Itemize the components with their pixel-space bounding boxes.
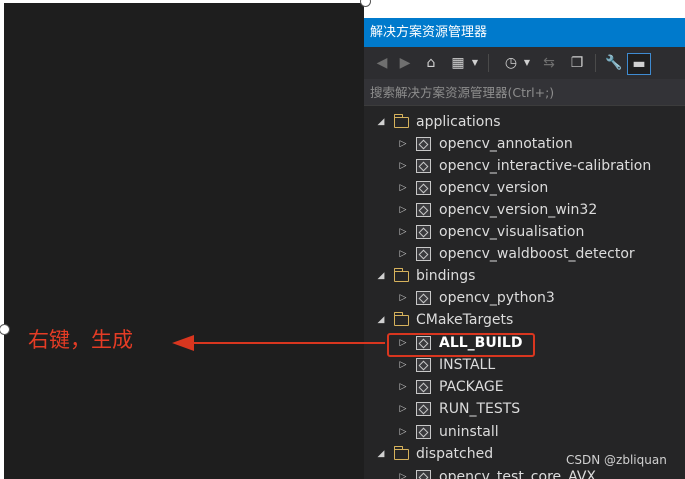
- panel-title: 解决方案资源管理器: [364, 18, 685, 47]
- tree-item[interactable]: ▷ RUN_TESTS: [396, 398, 521, 420]
- tree-item[interactable]: ▷ opencv_version: [396, 177, 549, 199]
- project-icon: [416, 181, 431, 195]
- tree-folder-dispatched[interactable]: ◢ dispatched: [374, 443, 493, 465]
- expanded-arrow-icon[interactable]: ◢: [374, 443, 388, 465]
- properties-icon[interactable]: 🔧: [604, 53, 624, 73]
- watermark: CSDN @zbliquan: [566, 453, 667, 467]
- collapsed-arrow-icon[interactable]: ▷: [396, 398, 410, 420]
- tree-folder-label: bindings: [416, 268, 476, 284]
- collapsed-arrow-icon[interactable]: ▷: [396, 354, 410, 376]
- project-icon: [416, 137, 431, 151]
- solution-explorer-toolbar: ◀ ▶ ⌂ ▦ ▼ ◷ ▼ ⇆ ❐ 🔧 ▬: [364, 47, 685, 79]
- tree-item-label: opencv_test_core_AVX: [439, 469, 596, 479]
- forward-icon[interactable]: ▶: [397, 53, 413, 73]
- tree-item-label: RUN_TESTS: [439, 401, 521, 417]
- project-icon: [416, 203, 431, 217]
- tree-folder-bindings[interactable]: ◢ bindings: [374, 265, 475, 287]
- collapsed-arrow-icon[interactable]: ▷: [396, 199, 410, 221]
- tree-item[interactable]: ▷ opencv_visualisation: [396, 221, 585, 243]
- expanded-arrow-icon[interactable]: ◢: [374, 309, 388, 331]
- tree-item[interactable]: ▷ PACKAGE: [396, 376, 504, 398]
- tree-item-label: opencv_version: [439, 180, 549, 196]
- collapsed-arrow-icon[interactable]: ▷: [396, 287, 410, 309]
- annotation-text: 右键，生成: [28, 328, 133, 352]
- collapsed-arrow-icon[interactable]: ▷: [396, 243, 410, 265]
- project-icon: [416, 358, 431, 372]
- toolbar-separator: [595, 54, 596, 72]
- tree-item[interactable]: ▷ opencv_version_win32: [396, 199, 598, 221]
- all-build-highlight-box: [387, 333, 535, 357]
- tree-item-label: opencv_interactive-calibration: [439, 158, 652, 174]
- tree-folder-cmake-targets[interactable]: ◢ CMakeTargets: [374, 309, 513, 331]
- project-icon: [416, 380, 431, 394]
- tree-item[interactable]: ▷ opencv_interactive-calibration: [396, 155, 652, 177]
- tree-folder-applications[interactable]: ◢ applications: [374, 111, 501, 133]
- resize-handle-top[interactable]: [360, 0, 371, 7]
- switch-views-icon[interactable]: ▦: [448, 53, 468, 73]
- home-icon[interactable]: ⌂: [422, 53, 440, 73]
- tree-item-label: opencv_python3: [439, 290, 555, 306]
- editor-area: [4, 3, 364, 479]
- collapsed-arrow-icon[interactable]: ▷: [396, 466, 410, 479]
- solution-explorer-panel: 解决方案资源管理器 ◀ ▶ ⌂ ▦ ▼ ◷ ▼ ⇆ ❐ 🔧 ▬ 搜索解决方案资源…: [364, 18, 685, 479]
- collapsed-arrow-icon[interactable]: ▷: [396, 376, 410, 398]
- dropdown-icon[interactable]: ▼: [522, 53, 532, 73]
- project-icon: [416, 425, 431, 439]
- tree-item-label: opencv_version_win32: [439, 202, 598, 218]
- project-icon: [416, 159, 431, 173]
- project-icon: [416, 225, 431, 239]
- tree-item[interactable]: ▷ INSTALL: [396, 354, 496, 376]
- sync-icon[interactable]: ⇆: [540, 53, 558, 73]
- collapsed-arrow-icon[interactable]: ▷: [396, 421, 410, 443]
- tree-item[interactable]: ▷ opencv_python3: [396, 287, 555, 309]
- project-icon: [416, 470, 431, 479]
- project-icon: [416, 291, 431, 305]
- collapsed-arrow-icon[interactable]: ▷: [396, 133, 410, 155]
- project-icon: [416, 402, 431, 416]
- collapsed-arrow-icon[interactable]: ▷: [396, 177, 410, 199]
- collapse-all-icon[interactable]: ❐: [568, 53, 586, 73]
- tree-item-label: PACKAGE: [439, 379, 504, 395]
- folder-icon: [394, 113, 409, 128]
- tree-item[interactable]: ▷ uninstall: [396, 421, 499, 443]
- preview-icon[interactable]: ▬: [627, 53, 651, 75]
- project-icon: [416, 247, 431, 261]
- tree-item[interactable]: ▷ opencv_waldboost_detector: [396, 243, 635, 265]
- folder-icon: [394, 267, 409, 282]
- search-input[interactable]: 搜索解决方案资源管理器(Ctrl+;): [364, 79, 685, 106]
- folder-icon: [394, 311, 409, 326]
- collapsed-arrow-icon[interactable]: ▷: [396, 221, 410, 243]
- tree-item-label: opencv_annotation: [439, 136, 573, 152]
- dropdown-icon[interactable]: ▼: [470, 53, 480, 73]
- expanded-arrow-icon[interactable]: ◢: [374, 111, 388, 133]
- toolbar-separator: [488, 54, 489, 72]
- tree-folder-label: CMakeTargets: [416, 312, 514, 328]
- tree-item[interactable]: ▷ opencv_annotation: [396, 133, 573, 155]
- tree-item[interactable]: ▷ opencv_test_core_AVX: [396, 466, 596, 479]
- tree-folder-label: dispatched: [416, 446, 494, 462]
- tree-folder-label: applications: [416, 114, 501, 130]
- tree-item-label: opencv_visualisation: [439, 224, 585, 240]
- pending-changes-icon[interactable]: ◷: [502, 53, 520, 73]
- back-icon[interactable]: ◀: [374, 53, 390, 73]
- folder-icon: [394, 445, 409, 460]
- tree-item-label: uninstall: [439, 424, 499, 440]
- collapsed-arrow-icon[interactable]: ▷: [396, 155, 410, 177]
- tree-item-label: opencv_waldboost_detector: [439, 246, 635, 262]
- tree-item-label: INSTALL: [439, 357, 496, 373]
- expanded-arrow-icon[interactable]: ◢: [374, 265, 388, 287]
